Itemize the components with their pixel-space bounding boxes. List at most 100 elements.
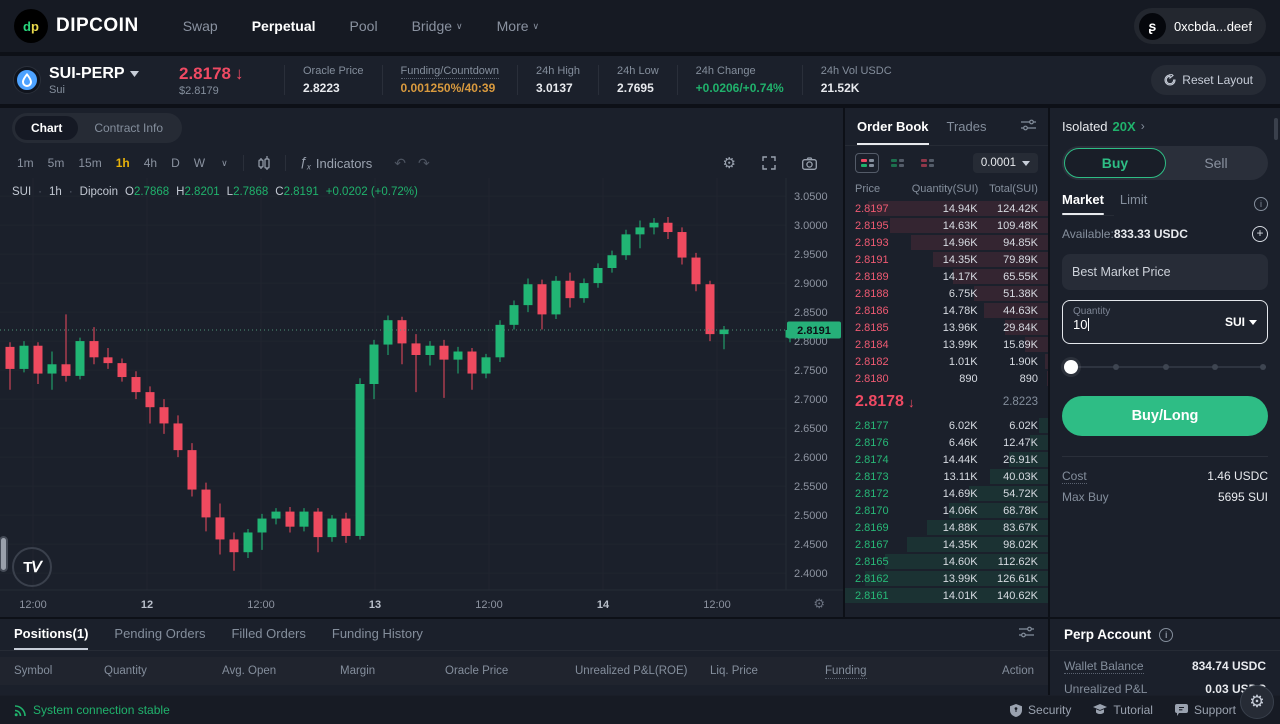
brand-logo[interactable]: dp DIPCOIN (14, 9, 139, 43)
ask-row[interactable]: 2.8180890890 (845, 370, 1048, 387)
tab-contract-info[interactable]: Contract Info (78, 116, 179, 140)
account-info-icon[interactable]: i (1159, 628, 1173, 642)
candlestick-chart[interactable]: SUI· 1h· Dipcoin O2.7868 H2.8201 L2.7868… (0, 178, 843, 617)
stat-funding-countdown: Funding/Countdown0.001250%/40:39 (382, 65, 517, 95)
fullscreen-icon[interactable] (756, 154, 782, 172)
positions-settings-icon[interactable] (1019, 625, 1034, 650)
screenshot-camera-icon[interactable] (796, 155, 823, 172)
tab-market[interactable]: Market (1062, 192, 1104, 215)
stat-24h-change: 24h Change+0.0206/+0.74% (677, 65, 802, 95)
quantity-slider[interactable] (1064, 360, 1266, 374)
ob-price: 2.8191 (855, 254, 912, 266)
chart-settings-gear-icon[interactable]: ⚙ (717, 152, 742, 174)
leverage-value[interactable]: 20X (1113, 119, 1136, 134)
bid-row[interactable]: 2.81776.02K6.02K (845, 417, 1048, 434)
tab-chart[interactable]: Chart (15, 116, 78, 140)
footer-link-security[interactable]: Security (1010, 703, 1071, 717)
ticker-bar: SUI-PERP Sui 2.8178↓ $2.8179 Oracle Pric… (0, 56, 1280, 104)
bid-row[interactable]: 2.817414.44K26.91K (845, 451, 1048, 468)
bid-row[interactable]: 2.816114.01K140.62K (845, 587, 1048, 604)
timeframe-more-chevron[interactable]: ∨ (214, 155, 235, 172)
ask-row[interactable]: 2.81821.01K1.90K (845, 353, 1048, 370)
nav-item-perpetual[interactable]: Perpetual (252, 18, 316, 34)
timeframe-5m[interactable]: 5m (41, 153, 72, 173)
timeframe-1m[interactable]: 1m (10, 153, 41, 173)
tradingview-logo[interactable]: T𝘝 (12, 547, 52, 587)
timeframe-d[interactable]: D (164, 153, 187, 173)
bid-row[interactable]: 2.81766.46K12.47K (845, 434, 1048, 451)
timeframe-1h[interactable]: 1h (109, 153, 137, 173)
column-margin: Margin (340, 665, 445, 677)
svg-text:2.4000: 2.4000 (794, 568, 828, 580)
tab-order-book[interactable]: Order Book (857, 108, 929, 145)
bid-row[interactable]: 2.817014.06K68.78K (845, 502, 1048, 519)
ob-total: 94.85K (978, 237, 1038, 249)
svg-text:2.8500: 2.8500 (794, 307, 828, 319)
ask-row[interactable]: 2.818513.96K29.84K (845, 319, 1048, 336)
buy-tab[interactable]: Buy (1064, 148, 1166, 178)
slider-knob[interactable] (1064, 360, 1078, 374)
tab-filled-orders[interactable]: Filled Orders (231, 626, 305, 650)
floating-settings-gear-icon[interactable]: ⚙ (1240, 685, 1274, 719)
bid-row[interactable]: 2.817214.69K54.72K (845, 485, 1048, 502)
ask-row[interactable]: 2.819514.63K109.48K (845, 217, 1048, 234)
mid-price-row[interactable]: 2.8178↓ 2.8223 (845, 387, 1048, 417)
trade-panel-scrollbar[interactable] (1274, 118, 1278, 140)
candle-style-icon[interactable] (252, 154, 277, 173)
bid-row[interactable]: 2.816714.35K98.02K (845, 536, 1048, 553)
bid-row[interactable]: 2.816914.88K83.67K (845, 519, 1048, 536)
wallet-button[interactable]: ʂ 0xcbda...deef (1134, 8, 1266, 44)
ask-row[interactable]: 2.819114.35K79.89K (845, 251, 1048, 268)
ask-row[interactable]: 2.818914.17K65.55K (845, 268, 1048, 285)
timeframe-4h[interactable]: 4h (137, 153, 164, 173)
footer-link-tutorial[interactable]: Tutorial (1093, 703, 1153, 717)
tab-limit[interactable]: Limit (1120, 192, 1147, 215)
ask-row[interactable]: 2.81886.75K51.38K (845, 285, 1048, 302)
nav-item-bridge[interactable]: Bridge∨ (412, 18, 463, 34)
axis-settings-gear-icon[interactable]: ⚙ (813, 596, 825, 612)
buy-long-button[interactable]: Buy/Long (1062, 396, 1268, 436)
nav-item-pool[interactable]: Pool (350, 18, 378, 34)
leverage-chevron-icon[interactable]: › (1141, 119, 1145, 133)
ob-quantity: 14.88K (912, 522, 978, 534)
ob-quantity: 14.96K (912, 237, 978, 249)
order-type-info-icon[interactable]: i (1254, 197, 1268, 211)
tab-funding-history[interactable]: Funding History (332, 626, 423, 650)
order-book-settings-icon[interactable] (1021, 118, 1036, 136)
ask-row[interactable]: 2.818413.99K15.89K (845, 336, 1048, 353)
indicators-button[interactable]: ƒx Indicators (294, 152, 379, 174)
undo-icon[interactable]: ↶ (394, 155, 406, 172)
stat-label: 24h Change (696, 65, 784, 77)
ask-row[interactable]: 2.819714.94K124.42K (845, 200, 1048, 217)
quantity-input[interactable]: Quantity 10 SUI (1062, 300, 1268, 344)
tab-trades[interactable]: Trades (947, 108, 987, 145)
bid-row[interactable]: 2.816514.60K112.62K (845, 553, 1048, 570)
chart-plot: 3.05003.00002.95002.90002.85002.80002.75… (0, 178, 843, 617)
nav-item-more[interactable]: More∨ (497, 18, 540, 34)
ob-mode-bids-icon[interactable] (885, 153, 909, 173)
ask-row[interactable]: 2.819314.96K94.85K (845, 234, 1048, 251)
redo-icon[interactable]: ↷ (418, 155, 430, 172)
precision-dropdown[interactable]: 0.0001 (973, 153, 1038, 173)
footer-link-support[interactable]: Support (1175, 703, 1236, 717)
pair-selector[interactable]: SUI-PERP (49, 65, 139, 83)
sell-tab[interactable]: Sell (1166, 148, 1266, 178)
chevron-down-icon (130, 71, 139, 77)
nav-item-swap[interactable]: Swap (183, 18, 218, 34)
deposit-plus-icon[interactable]: + (1252, 226, 1268, 242)
tab-pending-orders[interactable]: Pending Orders (114, 626, 205, 650)
tab-positions-1-[interactable]: Positions(1) (14, 626, 88, 650)
ask-row[interactable]: 2.818614.78K44.63K (845, 302, 1048, 319)
ob-mode-asks-icon[interactable] (915, 153, 939, 173)
timeframe-w[interactable]: W (187, 153, 212, 173)
perp-account-panel: Perp Account i Wallet Balance834.74 USDC… (1050, 619, 1280, 695)
ob-total: 6.02K (978, 420, 1038, 432)
margin-mode[interactable]: Isolated (1062, 119, 1108, 134)
quantity-unit-dropdown[interactable]: SUI (1225, 315, 1257, 329)
chart-drag-handle[interactable] (0, 536, 8, 572)
ob-mode-both-icon[interactable] (855, 153, 879, 173)
reset-layout-button[interactable]: Reset Layout (1151, 65, 1266, 95)
timeframe-15m[interactable]: 15m (71, 153, 108, 173)
bid-row[interactable]: 2.817313.11K40.03K (845, 468, 1048, 485)
bid-row[interactable]: 2.816213.99K126.61K (845, 570, 1048, 587)
